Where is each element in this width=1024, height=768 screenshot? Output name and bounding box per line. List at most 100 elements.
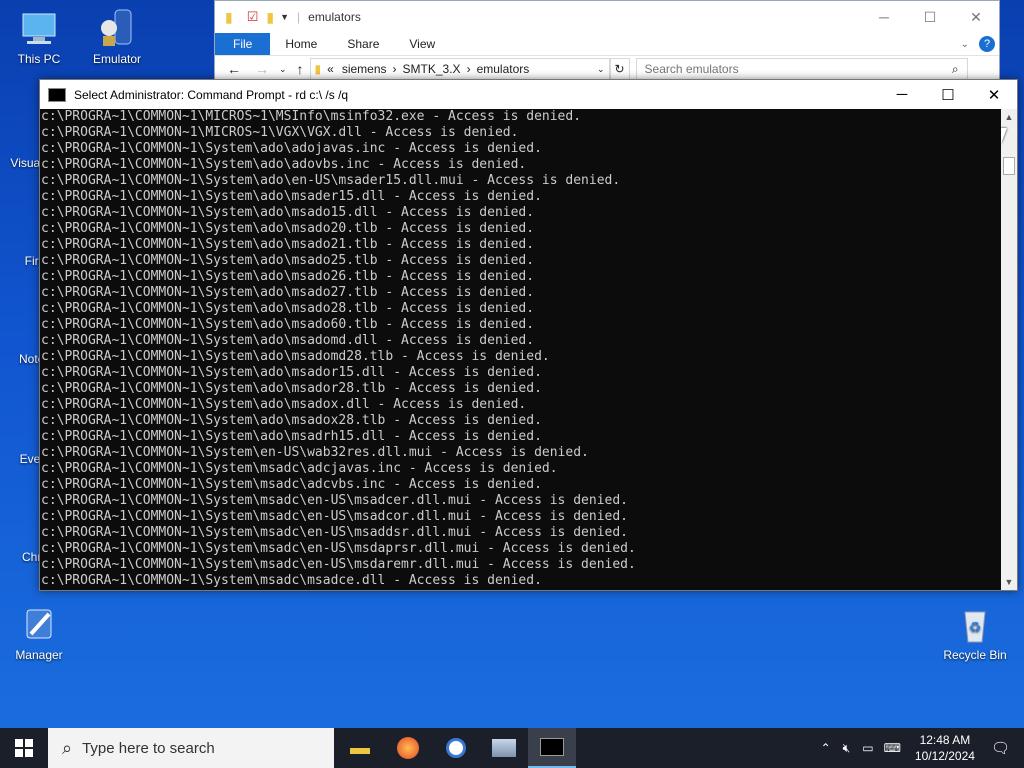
console-line: c:\PROGRA~1\COMMON~1\System\ado\msado26.…	[41, 269, 535, 284]
windows-logo-icon	[15, 739, 33, 757]
console-output[interactable]: c:\PROGRA~1\COMMON~1\MICROS~1\MSInfo\msi…	[40, 109, 1001, 590]
desktop-icon-label: Manager	[15, 648, 63, 662]
folder-icon: ▮	[314, 62, 322, 76]
desktop-icon-this-pc[interactable]: This PC	[4, 8, 74, 66]
console-line: c:\PROGRA~1\COMMON~1\System\ado\msado20.…	[41, 221, 535, 236]
properties-icon[interactable]: ☑	[247, 9, 259, 25]
help-icon[interactable]: ?	[979, 36, 995, 52]
show-hidden-icons-icon[interactable]: ⌃	[821, 741, 831, 755]
ribbon-expand-icon[interactable]: ⌄	[961, 39, 969, 50]
computer-icon	[19, 8, 59, 48]
breadcrumb-emulators[interactable]: emulators	[477, 62, 530, 76]
address-bar[interactable]: ▮ « siemens › SMTK_3.X › emulators ⌄	[309, 58, 610, 80]
minimize-button[interactable]: ─	[879, 86, 925, 104]
up-arrow-icon[interactable]: ↑	[297, 61, 304, 77]
mouse-cursor-icon	[1001, 128, 1007, 144]
console-line: c:\PROGRA~1\COMMON~1\System\msadc\en-US\…	[41, 557, 636, 572]
file-explorer-icon: ▬	[350, 736, 370, 759]
window-title: Select Administrator: Command Prompt - r…	[74, 87, 349, 102]
address-dropdown-icon[interactable]: ⌄	[597, 64, 605, 75]
network-icon[interactable]: ▭	[862, 741, 873, 755]
console-line: c:\PROGRA~1\COMMON~1\System\ado\msadrh15…	[41, 429, 542, 444]
tab-share[interactable]: Share	[332, 33, 394, 55]
console-line: c:\PROGRA~1\COMMON~1\System\ado\adojavas…	[41, 141, 542, 156]
folder-icon: ▮	[225, 8, 233, 25]
maximize-button[interactable]: ☐	[925, 86, 971, 104]
console-line: c:\PROGRA~1\COMMON~1\System\ado\msado25.…	[41, 253, 535, 268]
console-line: c:\PROGRA~1\COMMON~1\System\ado\msador15…	[41, 365, 542, 380]
firefox-icon	[397, 737, 419, 759]
taskbar-file-explorer[interactable]: ▬	[336, 728, 384, 768]
clock[interactable]: 12:48 AM 10/12/2024	[915, 732, 975, 764]
console-line: c:\PROGRA~1\COMMON~1\System\msadc\adcjav…	[41, 461, 558, 476]
console-line: c:\PROGRA~1\COMMON~1\System\msadc\adcvbs…	[41, 477, 542, 492]
file-explorer-window[interactable]: ▮ ☑ ▮ ▼ | emulators ─ ☐ ✕ File Home Shar…	[214, 0, 1000, 82]
cmd-icon	[48, 87, 66, 102]
console-line: c:\PROGRA~1\COMMON~1\System\ado\msador28…	[41, 381, 542, 396]
refresh-button[interactable]: ↻	[609, 58, 630, 80]
taskbar-emulator-app[interactable]	[480, 728, 528, 768]
clock-date: 10/12/2024	[914, 749, 975, 763]
search-input[interactable]: Search emulators	[645, 62, 739, 76]
scroll-down-arrow-icon[interactable]: ▼	[1001, 574, 1017, 590]
taskbar-chrome[interactable]	[432, 728, 480, 768]
cmd-titlebar[interactable]: Select Administrator: Command Prompt - r…	[40, 80, 1017, 109]
console-line: c:\PROGRA~1\COMMON~1\System\msadc\en-US\…	[41, 509, 628, 524]
desktop-icon-manager[interactable]: Manager	[4, 604, 74, 662]
console-line: c:\PROGRA~1\COMMON~1\System\ado\msado15.…	[41, 205, 535, 220]
scrollbar-thumb[interactable]	[1003, 157, 1015, 175]
tab-file[interactable]: File	[215, 33, 271, 55]
minimize-button[interactable]: ─	[861, 9, 907, 26]
explorer-titlebar: ▮ ☑ ▮ ▼ | emulators ─ ☐ ✕	[215, 1, 999, 33]
maximize-button[interactable]: ☐	[907, 9, 953, 26]
breadcrumb-siemens[interactable]: siemens	[342, 62, 387, 76]
console-line: c:\PROGRA~1\COMMON~1\System\msadc\msadce…	[41, 573, 542, 588]
new-folder-icon[interactable]: ▮	[266, 9, 274, 26]
taskbar-firefox[interactable]	[384, 728, 432, 768]
console-line: c:\PROGRA~1\COMMON~1\System\ado\en-US\ms…	[41, 173, 621, 188]
taskbar-command-prompt[interactable]	[528, 728, 576, 768]
window-title: emulators	[308, 10, 361, 24]
system-tray: ⌃ 🔇︎ ▭ ⌨ 12:48 AM 10/12/2024 🗨︎	[815, 728, 1024, 768]
tab-view[interactable]: View	[394, 33, 450, 55]
breadcrumb-smtk[interactable]: SMTK_3.X	[403, 62, 461, 76]
back-arrow-icon[interactable]: ←	[227, 61, 241, 77]
start-button[interactable]	[0, 728, 48, 768]
breadcrumb-overflow[interactable]: «	[327, 62, 334, 76]
svg-text:♻: ♻	[969, 620, 982, 636]
console-line: c:\PROGRA~1\COMMON~1\System\ado\msado60.…	[41, 317, 535, 332]
scroll-up-arrow-icon[interactable]: ▲	[1001, 109, 1017, 125]
console-line: c:\PROGRA~1\COMMON~1\System\msadc\en-US\…	[41, 525, 628, 540]
manager-icon	[19, 604, 59, 644]
tab-home[interactable]: Home	[270, 33, 332, 55]
desktop-icon-recycle-bin[interactable]: ♻ Recycle Bin	[940, 604, 1010, 662]
console-line: c:\PROGRA~1\COMMON~1\System\ado\msader15…	[41, 189, 542, 204]
notifications-icon[interactable]: 🗨︎	[991, 739, 1010, 757]
emulator-icon	[492, 739, 516, 757]
quick-access-dropdown-icon[interactable]: ▼	[280, 12, 289, 22]
desktop-icon-emulator[interactable]: Emulator	[82, 8, 152, 66]
emulator-icon	[97, 8, 137, 48]
input-indicator-icon[interactable]: ⌨	[884, 741, 901, 755]
search-icon: ⌕	[62, 737, 73, 758]
console-line: c:\PROGRA~1\COMMON~1\System\ado\msado27.…	[41, 285, 535, 300]
forward-arrow-icon[interactable]: →	[255, 61, 269, 77]
console-line: c:\PROGRA~1\COMMON~1\System\ado\adovbs.i…	[41, 157, 527, 172]
close-button[interactable]: ✕	[971, 86, 1017, 104]
search-input[interactable]: Type here to search	[82, 740, 215, 757]
console-line: c:\PROGRA~1\COMMON~1\System\ado\msadomd2…	[41, 349, 550, 364]
ribbon-tabs: File Home Share View ⌄ ?	[215, 33, 999, 56]
recent-locations-icon[interactable]: ⌄	[279, 64, 287, 75]
taskbar-search-box[interactable]: ⌕ Type here to search	[48, 728, 334, 768]
recycle-bin-icon: ♻	[955, 604, 995, 644]
console-line: c:\PROGRA~1\COMMON~1\System\ado\msadox.d…	[41, 397, 527, 412]
volume-muted-icon[interactable]: 🔇︎	[843, 741, 851, 756]
desktop-icon-label: This PC	[17, 52, 61, 66]
vertical-scrollbar[interactable]: ▲ ▼	[1001, 109, 1017, 590]
close-button[interactable]: ✕	[953, 9, 999, 26]
command-prompt-window[interactable]: Select Administrator: Command Prompt - r…	[39, 79, 1018, 591]
console-line: c:\PROGRA~1\COMMON~1\MICROS~1\VGX\VGX.dl…	[41, 125, 519, 140]
console-line: c:\PROGRA~1\COMMON~1\MICROS~1\MSInfo\msi…	[41, 109, 582, 124]
search-box[interactable]: Search emulators ⌕	[635, 58, 968, 80]
console-line: c:\PROGRA~1\COMMON~1\System\ado\msado28.…	[41, 301, 535, 316]
